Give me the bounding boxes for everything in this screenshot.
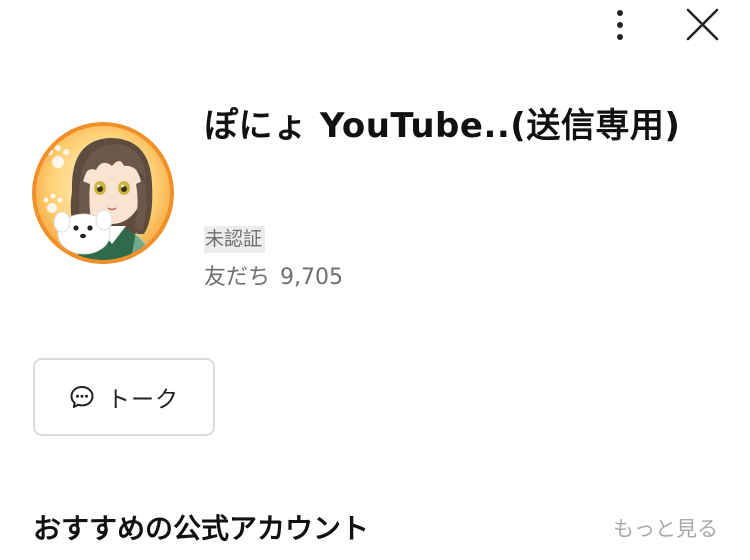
talk-button[interactable]: トーク — [33, 358, 215, 436]
verification-status-badge: 未認証 — [204, 226, 266, 253]
talk-button-label: トーク — [107, 387, 179, 413]
close-icon — [686, 8, 719, 41]
see-more-link[interactable]: もっと見る — [613, 512, 718, 546]
more-vertical-icon — [617, 10, 623, 40]
friends-label: 友だち — [204, 265, 271, 290]
avatar[interactable] — [32, 122, 174, 264]
avatar-image — [32, 122, 174, 264]
friends-count-row: 友だち 9,705 — [204, 262, 343, 294]
friends-count: 9,705 — [280, 265, 343, 290]
profile-page: ぽにょ YouTube..(送信専用) 未認証 友だち 9,705 トーク おすす… — [0, 0, 750, 560]
close-button[interactable] — [682, 4, 724, 46]
more-menu-button[interactable] — [602, 4, 638, 44]
recommended-accounts-title: おすすめの公式アカウント — [33, 512, 370, 545]
chat-bubble-icon — [70, 386, 94, 408]
profile-name: ぽにょ YouTube..(送信専用) — [204, 106, 681, 146]
